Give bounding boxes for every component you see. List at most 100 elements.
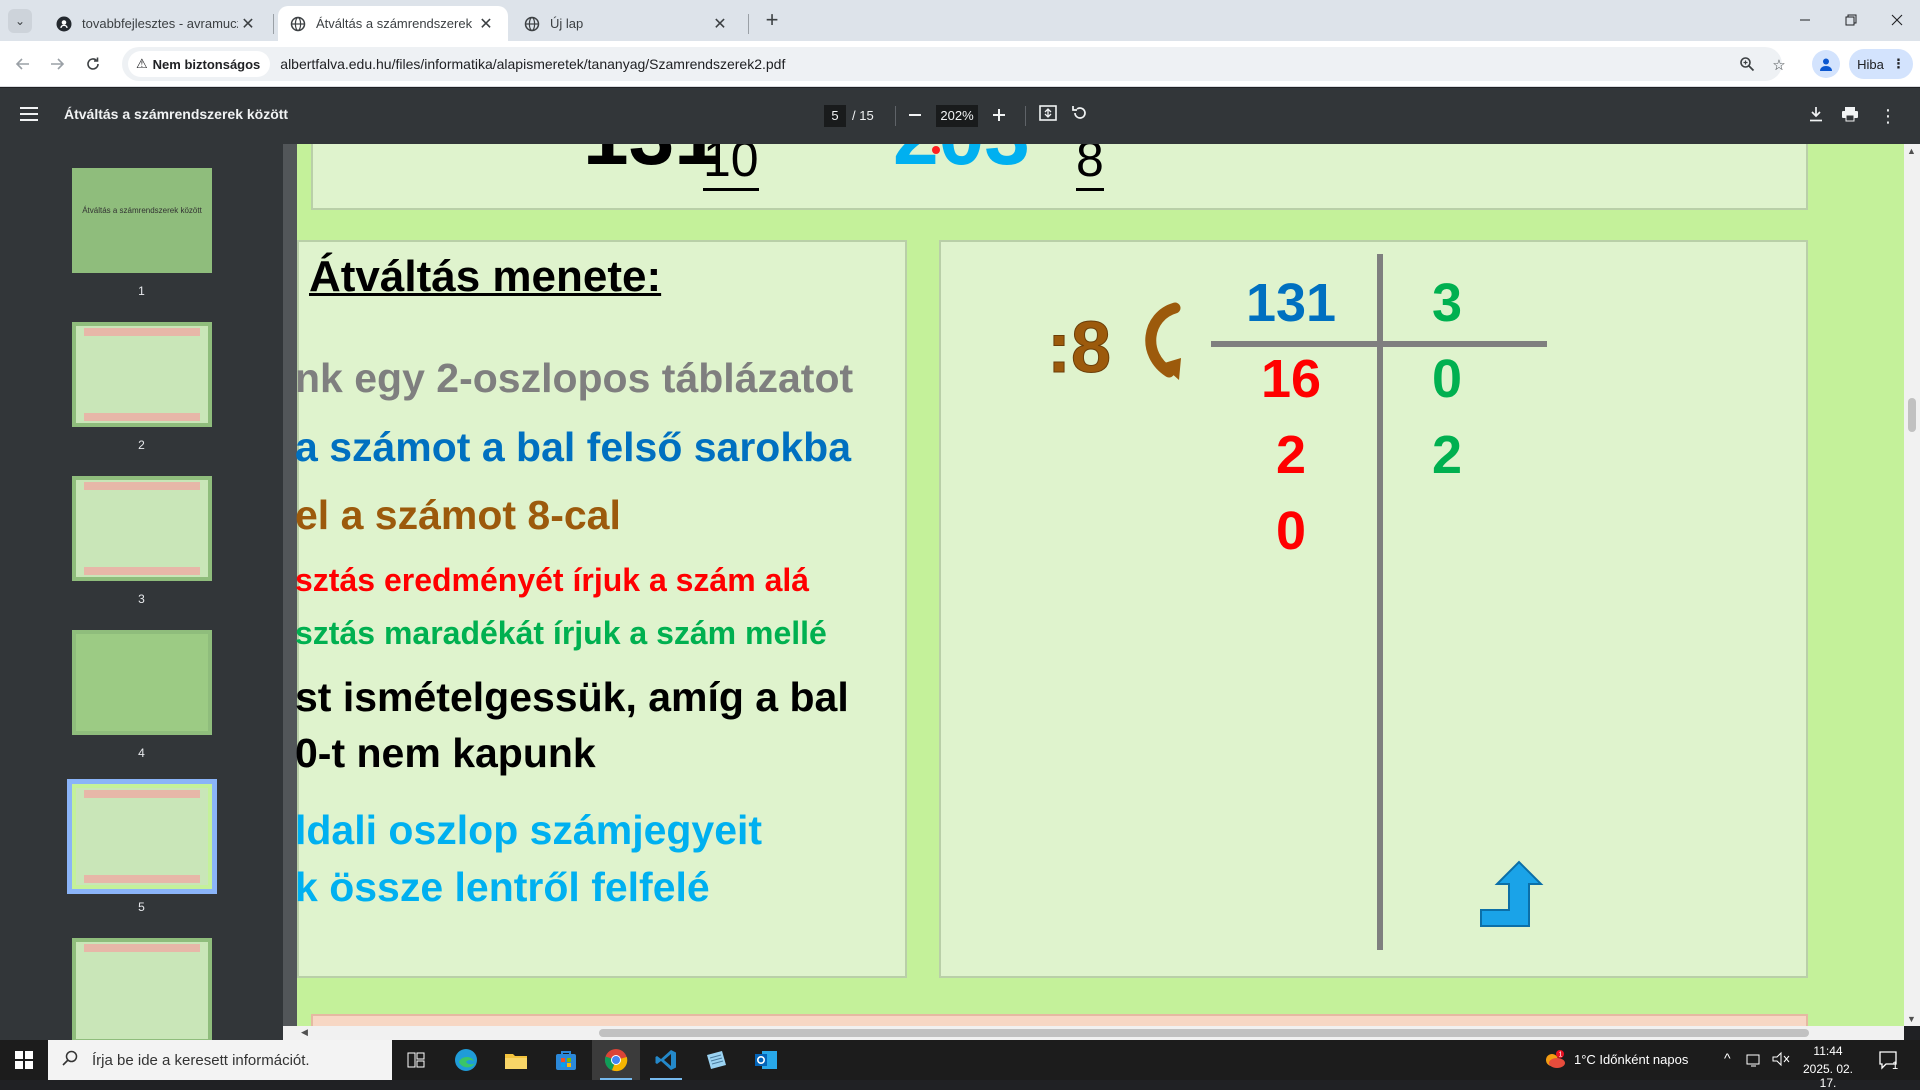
tab-title: Új lap <box>550 16 584 31</box>
base-subscript: 10 <box>703 144 759 191</box>
curved-arrow-icon <box>1145 302 1181 380</box>
scroll-down-icon[interactable]: ▼ <box>1907 1014 1916 1024</box>
next-section-band <box>311 1014 1808 1026</box>
table-vertical-line <box>1377 254 1383 950</box>
formula-band: 131 203 10 8 <box>311 144 1808 210</box>
vertical-scrollbar[interactable]: ▲ ▼ <box>1904 144 1920 1026</box>
address-bar[interactable]: ⚠ Nem biztonságos albertfalva.edu.hu/fil… <box>122 47 1786 81</box>
hamburger-menu-icon[interactable] <box>20 105 42 127</box>
vscode-icon[interactable] <box>642 1040 690 1080</box>
weather-icon[interactable]: 1 <box>1542 1049 1566 1074</box>
step-7a: ldali oszlop számjegyeit <box>295 807 763 853</box>
url-text[interactable]: albertfalva.edu.hu/files/informatika/ala… <box>280 56 785 72</box>
file-explorer-icon[interactable] <box>492 1040 540 1080</box>
step-2: a számot a bal felső sarokba <box>295 424 852 470</box>
profile-avatar[interactable] <box>1812 50 1840 78</box>
pdf-toolbar: Átváltás a számrendszerek között 5 / 15 … <box>0 88 1920 144</box>
close-window-button[interactable] <box>1874 0 1920 40</box>
globe-icon <box>290 16 306 32</box>
windows-taskbar: Írja be ide a keresett információt. 1 1°… <box>0 1040 1920 1090</box>
horizontal-scroll-thumb[interactable] <box>599 1029 1809 1037</box>
tab-strip: ⌄ tovabbfejlesztes - avramuczpist ✕ Átvá… <box>0 0 1920 41</box>
close-icon[interactable]: ✕ <box>710 14 730 34</box>
error-label: Hiba <box>1857 56 1884 72</box>
thumbnail-number: 2 <box>138 438 145 452</box>
document-title: Átváltás a számrendszerek között <box>64 106 289 122</box>
print-icon[interactable] <box>1838 104 1862 128</box>
thumbnail-page-4[interactable] <box>72 630 212 735</box>
chevron-up-icon[interactable]: ^ <box>1724 1050 1731 1066</box>
new-tab-button[interactable]: + <box>758 7 786 35</box>
weather-text[interactable]: 1°C Időnként napos <box>1574 1052 1688 1067</box>
task-view-icon[interactable] <box>392 1040 440 1080</box>
page-number-input[interactable]: 5 <box>824 105 846 127</box>
chevron-down-icon: ⌄ <box>14 14 26 28</box>
cropped-number: 131 <box>583 144 720 184</box>
tab-new[interactable]: Új lap ✕ <box>512 6 742 41</box>
divisor-label: :8 <box>1046 308 1112 389</box>
step-5: sztás maradékát írjuk a szám mellé <box>295 615 827 651</box>
thumbnail-page-1[interactable]: Átváltás a számrendszerek között <box>72 168 212 273</box>
scroll-left-icon[interactable]: ◀ <box>301 1027 308 1038</box>
step-6a: st ismételgessük, amíg a bal <box>295 674 849 720</box>
thumbnail-page-5-selected[interactable] <box>67 779 217 894</box>
outlook-icon[interactable] <box>742 1040 790 1080</box>
example-box: :8 131 16 2 0 3 0 2 <box>939 240 1808 978</box>
thumbnail-sidebar: Átváltás a számrendszerek között 1 2 3 4… <box>0 144 283 1040</box>
thumbnail-page-2[interactable] <box>72 322 212 427</box>
browser-toolbar: ⚠ Nem biztonságos albertfalva.edu.hu/fil… <box>0 41 1920 87</box>
windows-logo-icon <box>15 1051 33 1069</box>
chrome-icon[interactable] <box>592 1040 640 1080</box>
close-icon[interactable]: ✕ <box>238 14 258 34</box>
volume-muted-icon[interactable] <box>1772 1051 1790 1070</box>
taskbar-search-box[interactable]: Írja be ide a keresett információt. <box>48 1040 392 1080</box>
bookmark-star-icon[interactable]: ☆ <box>1770 56 1788 74</box>
tab-github[interactable]: tovabbfejlesztes - avramuczpist ✕ <box>44 6 270 41</box>
table-right-value: 2 <box>1431 425 1463 485</box>
security-label: Nem biztonságos <box>152 56 261 72</box>
globe-icon <box>524 16 540 32</box>
steps-box: Átváltás menete: nk egy 2-oszlopos táblá… <box>295 240 907 978</box>
thumbnail-page-3[interactable] <box>72 476 212 581</box>
error-menu-button[interactable]: Hiba ⋮ <box>1849 49 1913 79</box>
notepad-icon[interactable] <box>692 1040 740 1080</box>
tab-search-button[interactable]: ⌄ <box>8 9 32 33</box>
minimize-button[interactable] <box>1782 0 1828 40</box>
thumbnail-page-6[interactable] <box>72 938 212 1040</box>
download-icon[interactable] <box>1804 104 1828 128</box>
store-icon[interactable] <box>542 1040 590 1080</box>
page-total: / 15 <box>852 108 874 123</box>
clock-date[interactable]: 2025. 02. 17. <box>1796 1062 1860 1090</box>
warning-icon: ⚠ <box>136 56 148 71</box>
edge-icon[interactable] <box>442 1040 490 1080</box>
rotate-icon[interactable] <box>1068 104 1092 128</box>
table-left-value: 131 <box>1245 273 1337 333</box>
table-right-value: 0 <box>1431 349 1463 409</box>
zoom-icon[interactable] <box>1738 56 1756 74</box>
restore-button[interactable] <box>1828 0 1874 40</box>
zoom-out-button[interactable] <box>903 104 927 128</box>
up-arrow-icon <box>1480 860 1544 927</box>
table-left-value: 0 <box>1275 501 1307 561</box>
close-icon[interactable]: ✕ <box>476 14 496 34</box>
start-button[interactable] <box>0 1040 48 1080</box>
network-icon[interactable] <box>1746 1052 1764 1071</box>
forward-button[interactable] <box>42 49 72 79</box>
pdf-page: 131 203 10 8 Átváltás menete: nk egy 2-o… <box>295 144 1904 1026</box>
horizontal-scrollbar[interactable]: ◀ <box>283 1026 1904 1040</box>
back-button[interactable] <box>8 49 38 79</box>
zoom-input[interactable]: 202% <box>936 105 978 127</box>
scroll-up-icon[interactable]: ▲ <box>1907 146 1916 156</box>
step-4: sztás eredményét írjuk a szám alá <box>295 562 810 598</box>
table-right-value: 3 <box>1431 273 1463 333</box>
reload-button[interactable] <box>78 49 108 79</box>
tab-active-pdf[interactable]: Átváltás a számrendszerek közö ✕ <box>278 6 508 41</box>
step-6b: 0-t nem kapunk <box>295 730 596 776</box>
zoom-in-button[interactable] <box>987 104 1011 128</box>
thumbnail-number: 4 <box>138 746 145 760</box>
security-indicator[interactable]: ⚠ Nem biztonságos <box>128 51 271 77</box>
fit-page-icon[interactable] <box>1036 104 1060 128</box>
clock-time[interactable]: 11:44 <box>1796 1044 1860 1058</box>
more-options-icon[interactable]: ⋮ <box>1876 104 1900 128</box>
vertical-scroll-thumb[interactable] <box>1908 398 1916 432</box>
